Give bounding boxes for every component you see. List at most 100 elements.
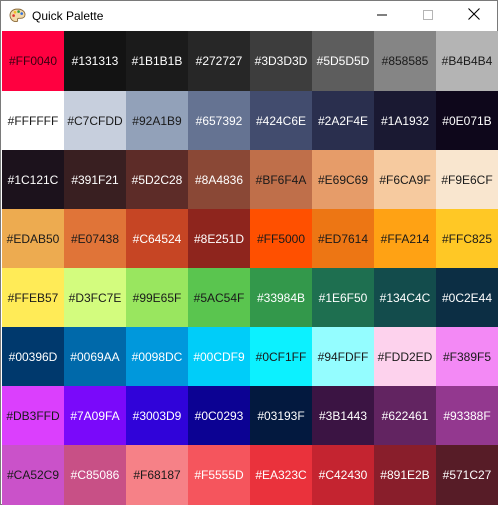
color-swatch[interactable]: #CA52C9 <box>2 445 64 505</box>
swatch-hex-label: #5AC54F <box>193 290 245 305</box>
color-swatch[interactable]: #1E6F50 <box>312 268 374 327</box>
swatch-hex-label: #F6CA9F <box>379 172 431 187</box>
color-swatch[interactable]: #0069AA <box>64 327 126 386</box>
swatch-hex-label: #BF6F4A <box>255 172 307 187</box>
color-swatch[interactable]: #ED7614 <box>312 209 374 268</box>
color-swatch[interactable]: #B4B4B4 <box>436 31 498 91</box>
swatch-hex-label: #C64524 <box>132 231 182 246</box>
color-swatch[interactable]: #FFEB57 <box>2 268 64 327</box>
color-swatch[interactable]: #424C6E <box>250 91 312 150</box>
color-swatch[interactable]: #F68187 <box>126 445 188 505</box>
swatch-hex-label: #571C27 <box>442 468 492 482</box>
color-swatch[interactable]: #134C4C <box>374 268 436 327</box>
color-swatch[interactable]: #C7CFDD <box>64 91 126 150</box>
color-swatch[interactable]: #0098DC <box>126 327 188 386</box>
swatch-hex-label: #5D2C28 <box>131 172 183 187</box>
minimize-button[interactable] <box>359 1 405 31</box>
color-swatch[interactable]: #F6CA9F <box>374 150 436 209</box>
color-swatch[interactable]: #891E2B <box>374 445 436 505</box>
color-swatch[interactable]: #00396D <box>2 327 64 386</box>
color-swatch[interactable]: #FFA214 <box>374 209 436 268</box>
swatch-hex-label: #F5555D <box>194 468 244 482</box>
color-swatch[interactable]: #C85086 <box>64 445 126 505</box>
color-swatch[interactable]: #FDD2ED <box>374 327 436 386</box>
swatch-hex-label: #131313 <box>71 54 119 68</box>
color-swatch[interactable]: #F389F5 <box>436 327 498 386</box>
color-swatch[interactable]: #0C0293 <box>188 386 250 445</box>
color-swatch[interactable]: #EDAB50 <box>2 209 64 268</box>
color-swatch[interactable]: #1B1B1B <box>126 31 188 91</box>
swatch-hex-label: #E69C69 <box>317 172 369 187</box>
close-button[interactable] <box>451 1 497 31</box>
color-swatch[interactable]: #BF6F4A <box>250 150 312 209</box>
swatch-hex-label: #8E251D <box>193 231 245 246</box>
swatch-hex-label: #C85086 <box>70 468 120 482</box>
color-swatch[interactable]: #657392 <box>188 91 250 150</box>
color-swatch[interactable]: #622461 <box>374 386 436 445</box>
color-swatch[interactable]: #DB3FFD <box>2 386 64 445</box>
swatch-hex-label: #FFEB57 <box>7 290 59 305</box>
color-swatch[interactable]: #8A4836 <box>188 150 250 209</box>
color-swatch[interactable]: #E07438 <box>64 209 126 268</box>
color-swatch[interactable]: #FF5000 <box>250 209 312 268</box>
color-swatch[interactable]: #C42430 <box>312 445 374 505</box>
color-swatch[interactable]: #5D5D5D <box>312 31 374 91</box>
color-swatch[interactable]: #3B1443 <box>312 386 374 445</box>
color-swatch[interactable]: #C64524 <box>126 209 188 268</box>
color-swatch[interactable]: #D3FC7E <box>64 268 126 327</box>
swatch-hex-label: #EDAB50 <box>6 231 60 246</box>
color-swatch[interactable]: #93388F <box>436 386 498 445</box>
color-swatch[interactable]: #391F21 <box>64 150 126 209</box>
swatch-hex-label: #8A4836 <box>194 172 244 187</box>
swatch-hex-label: #657392 <box>195 113 243 128</box>
swatch-hex-label: #424C6E <box>255 113 307 128</box>
maximize-button[interactable] <box>405 1 451 31</box>
color-swatch[interactable]: #131313 <box>64 31 126 91</box>
swatch-hex-label: #5D5D5D <box>316 54 370 68</box>
color-swatch[interactable]: #3D3D3D <box>250 31 312 91</box>
color-swatch[interactable]: #272727 <box>188 31 250 91</box>
color-swatch[interactable]: #33984B <box>250 268 312 327</box>
color-swatch[interactable]: #1A1932 <box>374 91 436 150</box>
color-swatch[interactable]: #5D2C28 <box>126 150 188 209</box>
color-swatch[interactable]: #0E071B <box>436 91 498 150</box>
color-swatch[interactable]: #0CF1FF <box>250 327 312 386</box>
color-swatch[interactable]: #E69C69 <box>312 150 374 209</box>
swatch-hex-label: #FFA214 <box>380 231 430 246</box>
maximize-icon <box>423 7 433 25</box>
color-swatch[interactable]: #92A1B9 <box>126 91 188 150</box>
color-swatch[interactable]: #0C2E44 <box>436 268 498 327</box>
color-swatch[interactable]: #FF0040 <box>2 31 64 91</box>
title-bar[interactable]: Quick Palette <box>1 1 497 31</box>
color-swatch[interactable]: #1C121C <box>2 150 64 209</box>
color-swatch[interactable]: #8E251D <box>188 209 250 268</box>
color-swatch[interactable]: #5AC54F <box>188 268 250 327</box>
color-swatch[interactable]: #FFFFFF <box>2 91 64 150</box>
color-swatch[interactable]: #03193F <box>250 386 312 445</box>
swatch-hex-label: #FFC825 <box>441 231 493 246</box>
color-swatch-grid: #FF0040 #131313 #1B1B1B #272727 #3D3D3D #5D5D… <box>2 31 498 505</box>
swatch-hex-label: #00CDF9 <box>193 349 245 364</box>
color-swatch[interactable]: #99E65F <box>126 268 188 327</box>
color-swatch[interactable]: #FFC825 <box>436 209 498 268</box>
swatch-hex-label: #B4B4B4 <box>441 54 493 68</box>
swatch-hex-label: #0C0293 <box>194 408 244 423</box>
swatch-hex-label: #E07438 <box>70 231 120 246</box>
color-swatch[interactable]: #2A2F4E <box>312 91 374 150</box>
color-swatch[interactable]: #94FDFF <box>312 327 374 386</box>
color-swatch[interactable]: #571C27 <box>436 445 498 505</box>
color-swatch[interactable]: #858585 <box>374 31 436 91</box>
swatch-hex-label: #0098DC <box>131 349 183 364</box>
swatch-hex-label: #3B1443 <box>318 408 368 423</box>
color-swatch[interactable]: #7A09FA <box>64 386 126 445</box>
color-swatch[interactable]: #EA323C <box>250 445 312 505</box>
swatch-hex-label: #FFFFFF <box>7 113 59 128</box>
color-swatch[interactable]: #3003D9 <box>126 386 188 445</box>
swatch-hex-label: #FDD2ED <box>377 349 433 364</box>
color-swatch[interactable]: #F9E6CF <box>436 150 498 209</box>
color-swatch[interactable]: #00CDF9 <box>188 327 250 386</box>
swatch-hex-label: #0E071B <box>442 113 492 128</box>
color-swatch[interactable]: #F5555D <box>188 445 250 505</box>
swatch-hex-label: #94FDFF <box>317 349 369 364</box>
swatch-hex-label: #C42430 <box>318 468 368 482</box>
